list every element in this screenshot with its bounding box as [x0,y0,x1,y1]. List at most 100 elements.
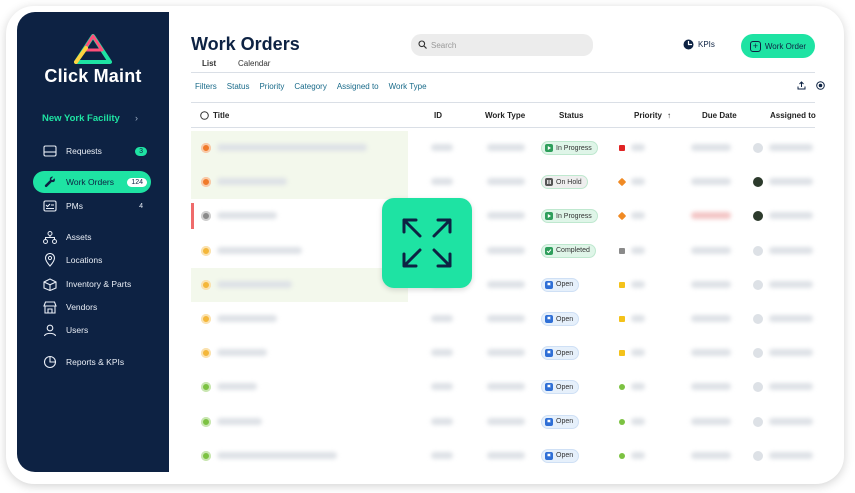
column-header-assigned-to[interactable]: Assigned to [770,111,816,120]
status-badge[interactable]: Open [541,312,580,326]
due-date-cell [691,144,731,151]
sidebar-item-vendors[interactable]: Vendors [33,296,151,318]
status-badge[interactable]: Open [541,380,580,395]
sidebar-item-requests[interactable]: Requests 3 [33,140,151,162]
avatar[interactable] [753,177,763,188]
sort-arrow-icon[interactable]: ↑ [667,111,671,120]
avatar[interactable] [753,450,763,461]
hierarchy-icon [42,230,58,244]
title-cell[interactable] [217,178,287,186]
select-all-checkbox[interactable]: Title [200,111,229,120]
priority-text [631,246,645,254]
work-type-cell [487,349,525,357]
filter-work-type[interactable]: Work Type [389,82,427,91]
status-badge[interactable]: Open [541,277,580,292]
sidebar-item-label: Locations [66,255,103,265]
column-header-work-type[interactable]: Work Type [485,111,525,120]
column-header-title[interactable]: Title [213,111,229,120]
assignee-name [769,212,813,220]
title-cell[interactable] [217,212,277,220]
avatar[interactable] [753,143,763,153]
status-badge[interactable]: Open [541,346,580,361]
sidebar-item-reports[interactable]: Reports & KPIs [33,351,151,373]
tab-calendar[interactable]: Calendar [238,59,270,68]
priority-text [631,212,645,220]
title-cell[interactable] [217,280,292,288]
filter-category[interactable]: Category [294,82,326,91]
status-badge[interactable]: Open [541,448,580,463]
id-cell [431,383,453,391]
avatar[interactable] [753,348,763,359]
sidebar-item-label: Assets [66,232,92,242]
status-badge[interactable]: In Progress [541,209,598,224]
avatar[interactable] [753,279,763,290]
table-row[interactable]: In Progress [191,199,815,233]
table-row[interactable]: Open [191,405,815,439]
id-cell [431,349,453,357]
flag-icon [545,383,553,392]
facility-selector[interactable]: New York Facility [42,113,120,124]
sidebar-item-label: Vendors [66,302,98,312]
sidebar-item-locations[interactable]: Locations [33,249,151,271]
wrench-icon [42,175,58,189]
due-date-cell [691,349,731,357]
column-header-id[interactable]: ID [434,111,442,120]
title-cell[interactable] [217,144,367,151]
filter-assigned-to[interactable]: Assigned to [337,82,379,91]
avatar[interactable] [753,245,763,256]
status-label: On Hold [556,178,582,186]
title-cell[interactable] [217,349,267,357]
avatar[interactable] [753,382,763,393]
title-cell[interactable] [217,246,302,254]
title-cell[interactable] [217,417,262,425]
table-row[interactable]: Completed [191,234,815,268]
table-row[interactable]: Open [191,336,815,370]
status-badge[interactable]: Completed [541,243,596,258]
title-cell[interactable] [217,383,257,391]
column-header-due-date[interactable]: Due Date [702,111,737,120]
table-row[interactable]: In Progress [191,131,815,165]
table-row[interactable]: Open [191,370,815,404]
assignee-name [769,246,813,254]
new-work-order-button[interactable]: + Work Order [741,34,815,58]
search-input[interactable]: Search [411,34,593,56]
export-icon[interactable] [797,81,806,90]
table-row[interactable]: Open [191,302,815,336]
column-header-priority[interactable]: Priority [634,111,662,120]
filter-filters[interactable]: Filters [195,82,217,91]
sidebar-item-assets[interactable]: Assets [33,226,151,248]
settings-icon[interactable] [816,81,825,90]
circle-checkbox-icon [200,111,209,120]
title-cell[interactable] [217,315,277,322]
sidebar-item-users[interactable]: Users [33,319,151,341]
status-badge[interactable]: Open [541,414,580,429]
sidebar-item-work-orders[interactable]: Work Orders 124 [33,171,151,193]
overdue-marker [191,203,194,230]
status-badge[interactable]: On Hold [541,175,588,190]
sidebar-item-inventory[interactable]: Inventory & Parts [33,273,151,295]
table-row[interactable]: On Hold [191,165,815,200]
filter-status[interactable]: Status [227,82,250,91]
category-icon [201,245,211,256]
expand-button[interactable] [382,198,472,288]
table-row[interactable]: Open [191,267,815,302]
filter-priority[interactable]: Priority [259,82,284,91]
avatar[interactable] [753,416,763,427]
title-cell[interactable] [217,451,337,459]
avatar[interactable] [753,314,763,324]
tab-list[interactable]: List [202,59,216,68]
kpi-chart-icon [683,39,694,50]
assignee-name [769,315,813,322]
sidebar-item-label: PMs [66,201,83,211]
category-icon [201,416,211,427]
column-header-status[interactable]: Status [559,111,583,120]
page-title: Work Orders [191,34,300,54]
status-badge[interactable]: In Progress [541,141,598,155]
kpis-button[interactable]: KPIs [683,39,715,50]
due-date-cell [691,417,731,425]
work-type-cell [487,315,525,322]
avatar[interactable] [753,211,763,222]
sidebar-item-pms[interactable]: PMs 4 [33,195,151,217]
chevron-right-icon[interactable]: › [135,113,138,123]
table-row[interactable]: Open [191,439,815,472]
